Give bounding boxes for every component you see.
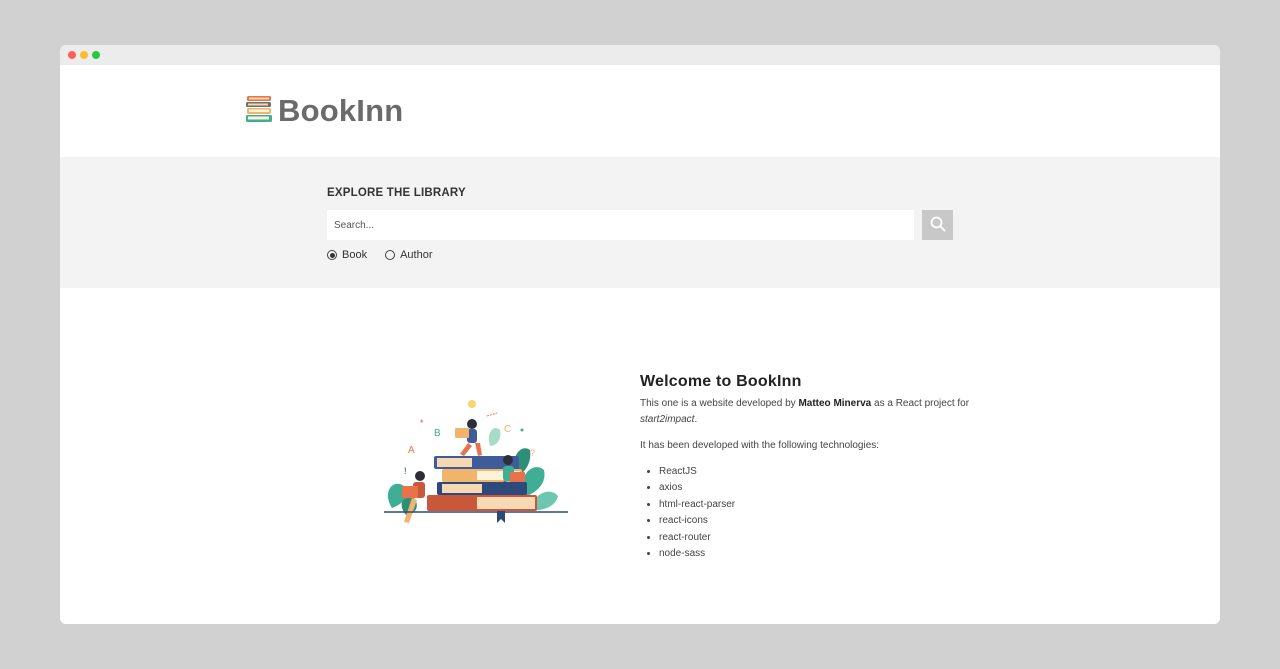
tech-list: ReactJS axios html-react-parser react-ic… (659, 464, 970, 562)
search-section: EXPLORE THE LIBRARY Book (60, 157, 1220, 288)
search-title: EXPLORE THE LIBRARY (327, 187, 466, 199)
search-row (327, 210, 953, 240)
tech-list-item: node-sass (659, 546, 970, 562)
tech-list-item: react-icons (659, 513, 970, 529)
svg-text:B: B (434, 428, 441, 439)
svg-text:*: * (420, 418, 424, 428)
window-titlebar (60, 45, 1220, 65)
welcome-section: Welcome to BookInn This one is a website… (640, 372, 970, 562)
tech-intro: It has been developed with the following… (640, 440, 880, 451)
radio-book-indicator[interactable] (327, 250, 337, 260)
main-content: B A C ? ! * Welcome to BookInn This one … (60, 288, 1220, 624)
svg-text:A: A (408, 445, 415, 456)
intro-text-middle: as a React project for (871, 398, 970, 409)
tech-list-item: html-react-parser (659, 497, 970, 513)
browser-window: BookInn EXPLORE THE LIBRARY Search... Bo… (60, 45, 1220, 624)
search-icon (930, 216, 946, 235)
welcome-intro: This one is a website developed by Matte… (640, 396, 970, 428)
radio-author-indicator[interactable] (385, 250, 396, 260)
tech-list-item: react-router (659, 530, 970, 546)
search-input[interactable] (327, 210, 914, 240)
logo-text: BookInn (278, 93, 404, 128)
reading-illustration: B A C ? ! * (382, 398, 570, 528)
site-header: BookInn (60, 65, 1220, 157)
search-container: EXPLORE THE LIBRARY Book (327, 187, 953, 261)
site-logo[interactable]: BookInn (246, 93, 403, 129)
minimize-window-dot[interactable] (80, 51, 88, 59)
svg-text:?: ? (530, 448, 535, 458)
radio-book[interactable]: Book (327, 249, 367, 261)
books-stack-icon (246, 95, 273, 128)
maximize-window-dot[interactable] (92, 51, 100, 59)
radio-author[interactable]: Author (385, 249, 433, 261)
tech-list-item: ReactJS (659, 464, 970, 480)
search-button[interactable] (922, 210, 953, 240)
author-name: Matteo Minerva (798, 398, 872, 409)
project-name: start2impact (640, 414, 695, 425)
tech-list-item: axios (659, 480, 970, 496)
intro-text-start: This one is a website developed by (640, 398, 799, 409)
svg-text:!: ! (404, 466, 407, 476)
radio-book-label: Book (342, 249, 368, 261)
radio-author-label: Author (400, 249, 433, 261)
close-window-dot[interactable] (68, 51, 76, 59)
search-type-options: Book Author (327, 249, 953, 261)
welcome-heading: Welcome to BookInn (640, 373, 802, 390)
svg-text:C: C (504, 424, 511, 435)
intro-text-end: . (694, 414, 698, 425)
